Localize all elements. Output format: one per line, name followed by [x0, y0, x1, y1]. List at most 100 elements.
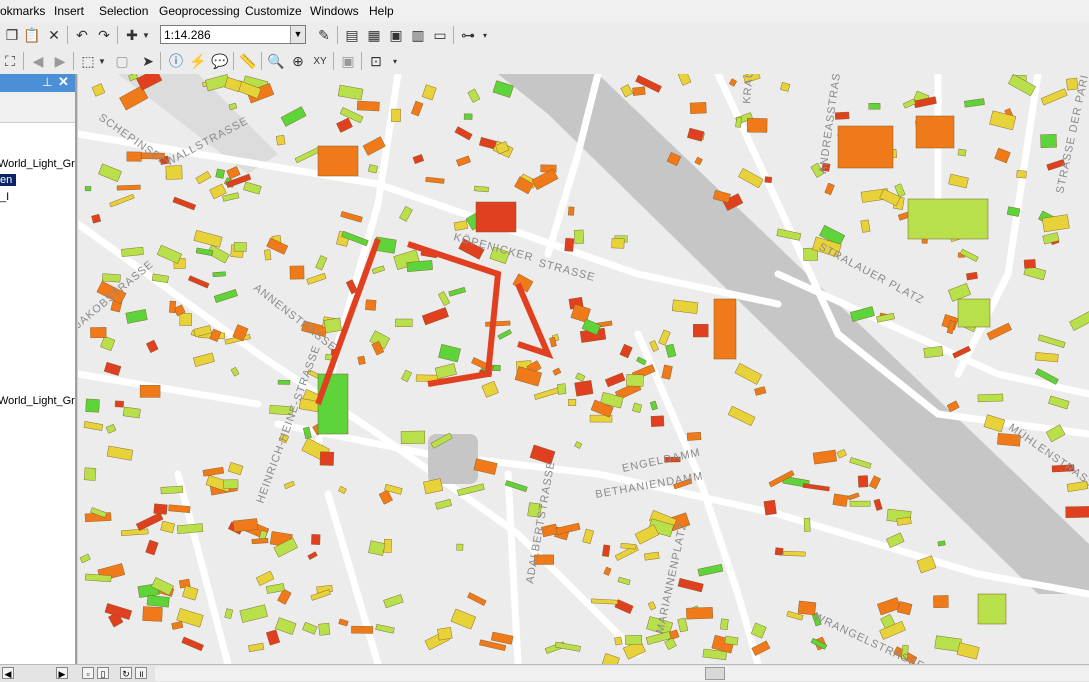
building-footprint[interactable] — [977, 393, 1004, 403]
building-footprint[interactable] — [860, 219, 871, 233]
time-slider-icon[interactable]: ▣ — [338, 51, 358, 71]
building-footprint[interactable] — [1016, 170, 1027, 179]
search-window-icon[interactable]: ▣ — [386, 25, 406, 45]
back-arrow-icon[interactable]: ◀ — [28, 51, 48, 71]
building-footprint[interactable] — [215, 168, 226, 179]
building-footprint[interactable] — [693, 324, 709, 338]
data-view-icon[interactable]: ▫ — [82, 667, 94, 679]
building-footprint[interactable] — [114, 400, 124, 408]
arctoolbox-icon[interactable]: ▥ — [408, 25, 428, 45]
python-window-icon[interactable]: ▭ — [430, 25, 450, 45]
building-footprint[interactable] — [746, 118, 768, 133]
building-footprint[interactable] — [783, 550, 806, 557]
building-footprint[interactable] — [564, 237, 575, 252]
building-footprint[interactable] — [395, 318, 413, 328]
building-footprint[interactable] — [101, 273, 121, 283]
building-footprint[interactable] — [160, 485, 184, 495]
building-footprint[interactable] — [146, 594, 170, 608]
redo-icon[interactable]: ↷ — [94, 25, 114, 45]
delete-icon[interactable]: ✕ — [44, 25, 64, 45]
building-footprint[interactable] — [611, 238, 625, 249]
building-footprint[interactable] — [90, 327, 107, 339]
building-footprint[interactable] — [857, 475, 869, 488]
menu-bookmarks[interactable]: okmarks — [0, 4, 45, 18]
chevron-down-icon[interactable]: ▼ — [290, 26, 305, 43]
chevron-down-icon[interactable]: ▼ — [97, 51, 107, 71]
building-footprint[interactable] — [797, 600, 817, 616]
building-footprint[interactable] — [1065, 506, 1089, 518]
building-footprint[interactable] — [933, 595, 949, 608]
building-footprint[interactable] — [179, 313, 192, 326]
paste-icon[interactable]: 📋 — [22, 25, 42, 45]
building-footprint[interactable] — [212, 271, 226, 278]
building-footprint[interactable] — [275, 134, 286, 146]
building-footprint[interactable] — [650, 415, 665, 427]
hyperlink-icon[interactable]: ⚡ — [188, 51, 208, 71]
find-route-icon[interactable]: ⊕ — [288, 51, 308, 71]
building-footprint[interactable] — [764, 176, 773, 183]
building-footprint[interactable] — [456, 543, 464, 551]
building-footprint[interactable] — [391, 108, 401, 122]
building-footprint[interactable] — [837, 125, 894, 169]
building-footprint[interactable] — [568, 399, 577, 406]
toc-layer-basemap[interactable]: World_Light_Gr — [0, 158, 75, 170]
building-footprint[interactable] — [437, 627, 453, 641]
map-canvas[interactable]: SCHEPINSEL WALLSTRASSE KÖPENICKER STRASS… — [78, 74, 1089, 664]
html-popup-icon[interactable]: 💬 — [210, 51, 230, 71]
model-builder-icon[interactable]: ⊶ — [458, 25, 478, 45]
editor-icon[interactable]: ✎ — [314, 25, 334, 45]
building-footprint[interactable] — [318, 622, 331, 636]
building-footprint[interactable] — [323, 317, 342, 334]
building-footprint[interactable] — [473, 185, 489, 193]
building-footprint[interactable] — [139, 385, 161, 398]
map-scale-combobox[interactable]: 1:14.286 ▼ — [160, 25, 306, 44]
identify-icon[interactable]: ⓘ — [166, 51, 186, 71]
toolbar-options-icon[interactable]: ▾ — [390, 51, 400, 71]
building-footprint[interactable] — [1023, 259, 1036, 269]
pause-drawing-icon[interactable]: ॥ — [135, 667, 147, 679]
forward-arrow-icon[interactable]: ▶ — [50, 51, 70, 71]
menu-windows[interactable]: Windows — [310, 4, 359, 18]
building-footprint[interactable] — [624, 635, 643, 645]
building-footprint[interactable] — [223, 479, 239, 489]
create-viewer-icon[interactable]: ⊡ — [366, 51, 386, 71]
building-footprint[interactable] — [915, 115, 955, 149]
find-icon[interactable]: 🔍 — [266, 51, 286, 71]
building-footprint[interactable] — [573, 229, 585, 244]
building-footprint[interactable] — [233, 242, 247, 252]
building-footprint[interactable] — [365, 299, 377, 311]
building-footprint[interactable] — [720, 618, 729, 630]
menu-geoprocessing[interactable]: Geoprocessing — [159, 4, 240, 18]
copy-icon[interactable]: ❐ — [2, 25, 22, 45]
scroll-left-icon[interactable]: ◀ — [2, 667, 14, 679]
building-footprint[interactable] — [626, 374, 644, 387]
refresh-icon[interactable]: ↻ — [120, 667, 132, 679]
building-footprint[interactable] — [574, 380, 594, 397]
map-view[interactable]: SCHEPINSEL WALLSTRASSE KÖPENICKER STRASS… — [78, 74, 1089, 664]
building-footprint[interactable] — [383, 539, 392, 553]
catalog-icon[interactable]: ▦ — [364, 25, 384, 45]
toolbar-options-icon[interactable]: ▾ — [480, 25, 490, 45]
building-footprint[interactable] — [957, 298, 991, 328]
building-footprint[interactable] — [832, 493, 849, 507]
building-footprint[interactable] — [803, 517, 811, 532]
building-footprint[interactable] — [406, 260, 433, 273]
menu-insert[interactable]: Insert — [54, 4, 84, 18]
select-features-icon[interactable]: ⬚ — [78, 51, 98, 71]
building-footprint[interactable] — [568, 206, 575, 216]
building-footprint[interactable] — [923, 345, 944, 359]
building-footprint[interactable] — [868, 103, 881, 110]
building-footprint[interactable] — [319, 451, 335, 466]
building-footprint[interactable] — [1040, 134, 1057, 148]
building-footprint[interactable] — [356, 100, 380, 112]
scroll-right-icon[interactable]: ▶ — [56, 667, 68, 679]
menu-help[interactable]: Help — [369, 4, 394, 18]
building-footprint[interactable] — [400, 430, 426, 445]
building-footprint[interactable] — [763, 499, 777, 516]
building-footprint[interactable] — [686, 607, 713, 620]
building-footprint[interactable] — [602, 544, 611, 557]
building-footprint[interactable] — [686, 431, 702, 441]
building-footprint[interactable] — [232, 518, 259, 533]
toc-layer-basemap-2[interactable]: World_Light_Gr — [0, 395, 75, 407]
pin-icon[interactable]: ⊥ — [42, 75, 52, 89]
